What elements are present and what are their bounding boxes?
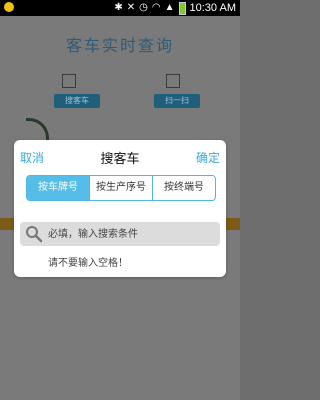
confirm-button[interactable]: 确定: [196, 149, 220, 166]
tab-plate-number[interactable]: 按车牌号: [27, 176, 90, 200]
tab-terminal-number[interactable]: 按终端号: [153, 176, 215, 200]
search-dialog: 搜客车 取消 确定 按车牌号 按生产序号 按终端号 请不要输入空格！: [14, 140, 226, 277]
signal-icon: ▲: [164, 2, 175, 13]
search-input[interactable]: [48, 225, 214, 243]
status-bar: ✱ ✕ ◷ ◠ ▲ 10:30 AM: [0, 0, 240, 16]
status-left: [4, 2, 14, 15]
mute-icon: ✕: [126, 2, 136, 13]
cancel-button[interactable]: 取消: [20, 149, 44, 166]
search-box: [20, 222, 220, 246]
search-icon: [26, 226, 43, 243]
scan-button: 扫一扫: [154, 94, 200, 108]
app-notification-icon: [4, 2, 14, 12]
wifi-icon: ◠: [151, 2, 161, 13]
status-time: 10:30 AM: [189, 2, 236, 14]
tab-serial-number[interactable]: 按生产序号: [90, 176, 153, 200]
search-bus-icon: [62, 74, 76, 88]
search-mode-tabs: 按车牌号 按生产序号 按终端号: [26, 175, 216, 201]
bluetooth-icon: ✱: [114, 2, 123, 13]
scan-icon: [166, 74, 180, 88]
search-bus-button: 搜客车: [54, 94, 100, 108]
status-right: ✱ ✕ ◷ ◠ ▲ 10:30 AM: [114, 1, 236, 15]
signal-graphic-icon: [26, 118, 49, 141]
app-title: 客车实时查询: [65, 36, 174, 55]
alarm-icon: ◷: [139, 2, 148, 13]
dialog-title: 搜客车: [100, 152, 140, 167]
hint-text: 请不要输入空格！: [48, 258, 128, 269]
battery-icon: [178, 1, 186, 15]
